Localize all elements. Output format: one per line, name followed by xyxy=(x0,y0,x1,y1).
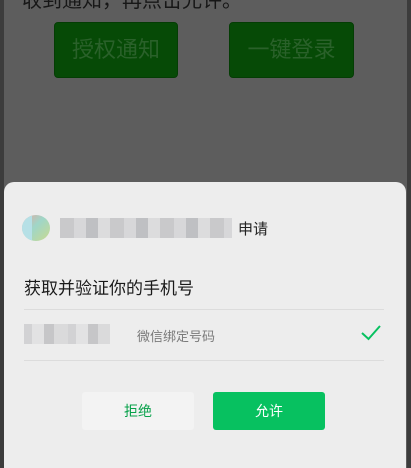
reject-button[interactable]: 拒绝 xyxy=(82,392,194,430)
app-name-masked xyxy=(60,218,232,238)
app-logo-icon xyxy=(22,215,50,241)
phone-number-masked xyxy=(24,324,110,344)
phone-option-row[interactable]: 微信绑定号码 xyxy=(24,318,384,352)
apply-label: 申请 xyxy=(238,219,269,238)
divider xyxy=(24,360,384,361)
check-icon xyxy=(361,325,381,341)
right-edge xyxy=(407,0,411,468)
phone-description: 微信绑定号码 xyxy=(137,330,216,345)
app-info-row: 申请 xyxy=(22,215,268,241)
allow-button[interactable]: 允许 xyxy=(213,392,325,430)
phone-auth-sheet: 申请 获取并验证你的手机号 微信绑定号码 拒绝 允许 xyxy=(4,182,406,468)
sheet-headline: 获取并验证你的手机号 xyxy=(24,279,194,299)
divider xyxy=(24,309,384,310)
